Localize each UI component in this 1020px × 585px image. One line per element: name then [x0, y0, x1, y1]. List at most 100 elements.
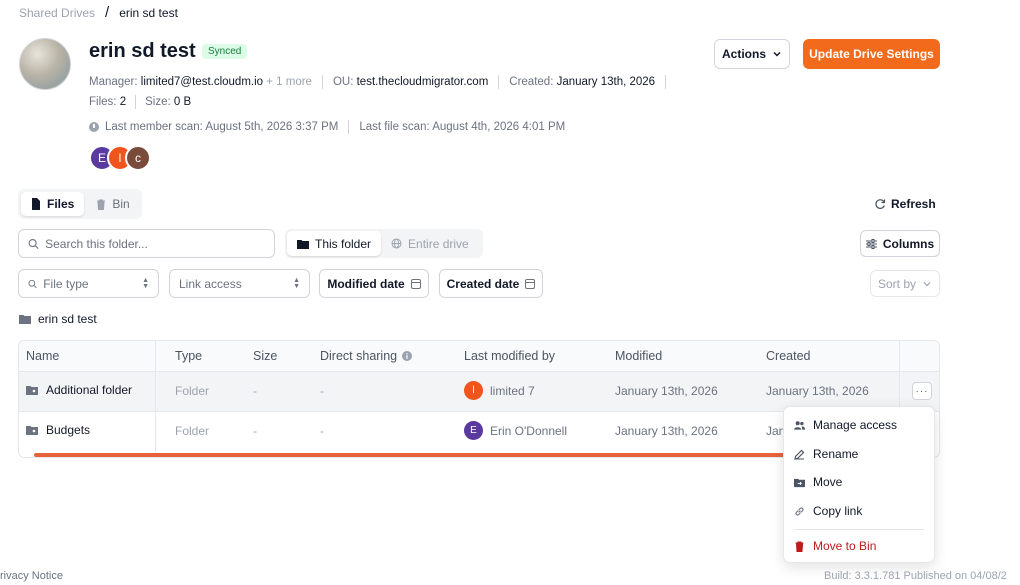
- clock-icon: [89, 122, 99, 132]
- sort-by-label: Sort by: [877, 276, 916, 291]
- folder-icon: [19, 315, 31, 324]
- divider: [135, 95, 137, 109]
- row-modified-by-name: limited 7: [490, 383, 535, 398]
- avatar: E: [464, 421, 483, 440]
- chevron-down-icon: [773, 51, 781, 57]
- modified-date-label: Modified date: [327, 276, 405, 291]
- trash-icon: [795, 541, 804, 552]
- drive-meta-line: Manager: limited7@test.cloudm.io + 1 mor…: [89, 75, 676, 89]
- refresh-button[interactable]: Refresh: [874, 197, 936, 211]
- menu-item-rename[interactable]: Rename: [794, 443, 924, 465]
- header-direct-sharing[interactable]: Direct sharing: [320, 349, 413, 363]
- breadcrumb: Shared Drives / erin sd test: [19, 4, 178, 21]
- horizontal-scrollbar[interactable]: [34, 453, 786, 457]
- calendar-icon: [525, 278, 536, 289]
- scope-entire-drive-label: Entire drive: [408, 236, 469, 251]
- columns-button[interactable]: Columns: [860, 230, 940, 257]
- header-type[interactable]: Type: [175, 349, 202, 363]
- table-header: Name Type Size Direct sharing Last modif…: [19, 341, 939, 372]
- tab-files[interactable]: Files: [21, 192, 85, 216]
- folder-icon: [297, 239, 309, 249]
- menu-item-label: Manage access: [813, 418, 898, 432]
- drive-avatar: [19, 38, 71, 90]
- columns-label: Columns: [882, 236, 935, 251]
- member-avatars[interactable]: E l c: [89, 145, 151, 171]
- shared-folder-icon: [26, 386, 38, 395]
- scope-entire-drive[interactable]: Entire drive: [381, 231, 479, 256]
- info-icon: [402, 351, 413, 361]
- search-field[interactable]: [18, 229, 275, 258]
- created-date-label: Created date: [446, 276, 520, 291]
- row-type: Folder: [175, 424, 210, 438]
- file-type-filter[interactable]: ▲▼: [18, 269, 159, 298]
- file-icon: [32, 198, 40, 210]
- tab-files-label: Files: [47, 197, 75, 211]
- breadcrumb-separator: /: [105, 4, 110, 21]
- search-icon: [28, 279, 37, 288]
- menu-item-label: Move: [813, 475, 843, 489]
- search-icon: [28, 238, 39, 249]
- header-modified[interactable]: Modified: [615, 349, 662, 363]
- scope-this-folder[interactable]: This folder: [287, 231, 382, 256]
- modified-date-filter[interactable]: Modified date: [319, 269, 429, 298]
- divider: [665, 75, 667, 89]
- row-actions-button[interactable]: ···: [912, 382, 932, 400]
- files-label: Files:: [89, 96, 117, 108]
- file-type-input[interactable]: [43, 276, 137, 291]
- pencil-icon: [794, 449, 805, 460]
- file-scan: Last file scan: August 4th, 2026 4:01 PM: [359, 121, 566, 133]
- breadcrumb-current: erin sd test: [119, 5, 178, 20]
- header-created[interactable]: Created: [766, 349, 810, 363]
- row-name[interactable]: Budgets: [26, 423, 90, 437]
- created-label: Created:: [509, 76, 554, 88]
- row-modified: January 13th, 2026: [615, 384, 718, 398]
- avatar: l: [464, 381, 483, 400]
- trash-icon: [97, 199, 106, 210]
- size-label: Size:: [145, 96, 171, 108]
- refresh-label: Refresh: [891, 197, 936, 211]
- current-folder[interactable]: erin sd test: [19, 312, 97, 326]
- sort-by-select[interactable]: Sort by: [870, 270, 940, 297]
- manager-email: limited7@test.cloudm.io: [140, 76, 264, 88]
- current-folder-label: erin sd test: [38, 312, 97, 326]
- row-size: -: [253, 424, 257, 438]
- size-value: 0 B: [173, 96, 192, 108]
- menu-item-move-to-bin[interactable]: Move to Bin: [794, 535, 924, 557]
- avatar[interactable]: c: [125, 145, 151, 171]
- update-drive-settings-button[interactable]: Update Drive Settings: [803, 39, 940, 69]
- manager-more-link[interactable]: + 1 more: [266, 76, 312, 88]
- header-last-modified-by[interactable]: Last modified by: [464, 349, 555, 363]
- menu-item-manage-access[interactable]: Manage access: [794, 414, 924, 436]
- link-access-label: Link access: [179, 276, 242, 291]
- privacy-notice-link[interactable]: rivacy Notice: [0, 570, 63, 582]
- globe-icon: [391, 238, 402, 249]
- row-name[interactable]: Additional folder: [26, 383, 132, 397]
- row-context-menu: Manage access Rename Move Copy link Move…: [783, 406, 935, 563]
- manager-label: Manager:: [89, 76, 138, 88]
- chevron-down-icon: [923, 281, 931, 286]
- header-size[interactable]: Size: [253, 349, 277, 363]
- row-modified: January 13th, 2026: [615, 424, 718, 438]
- created-value: January 13th, 2026: [556, 76, 656, 88]
- ou-value: test.thecloudmigrator.com: [356, 76, 489, 88]
- created-date-filter[interactable]: Created date: [439, 269, 543, 298]
- sliders-icon: [865, 238, 877, 249]
- header-name[interactable]: Name: [26, 349, 59, 363]
- menu-item-move[interactable]: Move: [794, 471, 924, 493]
- row-created: January 13th, 2026: [766, 384, 869, 398]
- row-modified-by: l limited 7: [464, 381, 535, 400]
- tab-bin[interactable]: Bin: [86, 192, 139, 216]
- menu-divider: [794, 529, 924, 530]
- link-access-select[interactable]: Link access ▲ ▼: [169, 269, 310, 298]
- search-input[interactable]: [45, 236, 265, 251]
- calendar-icon: [410, 278, 421, 289]
- row-type: Folder: [175, 384, 210, 398]
- menu-item-copy-link[interactable]: Copy link: [794, 500, 924, 522]
- page-title: erin sd test: [89, 40, 196, 62]
- breadcrumb-shared-drives[interactable]: Shared Drives: [19, 6, 95, 20]
- menu-item-label: Copy link: [813, 504, 863, 518]
- ou-label: OU:: [332, 76, 354, 88]
- actions-button[interactable]: Actions: [714, 39, 790, 69]
- files-count: 2: [119, 96, 127, 108]
- menu-item-label: Move to Bin: [813, 539, 877, 553]
